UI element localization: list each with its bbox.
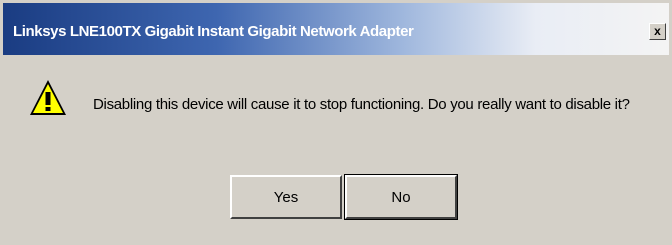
dialog-title: Linksys LNE100TX Gigabit Instant Gigabit… — [13, 23, 414, 40]
warning-icon — [30, 80, 66, 115]
yes-button[interactable]: Yes — [230, 175, 342, 219]
no-button[interactable]: No — [344, 174, 458, 220]
close-button[interactable]: x — [649, 23, 666, 40]
confirm-dialog: Linksys LNE100TX Gigabit Instant Gigabit… — [0, 0, 672, 245]
title-bar[interactable]: Linksys LNE100TX Gigabit Instant Gigabit… — [3, 3, 669, 55]
close-icon: x — [654, 24, 661, 38]
dialog-message: Disabling this device will cause it to s… — [93, 96, 630, 113]
